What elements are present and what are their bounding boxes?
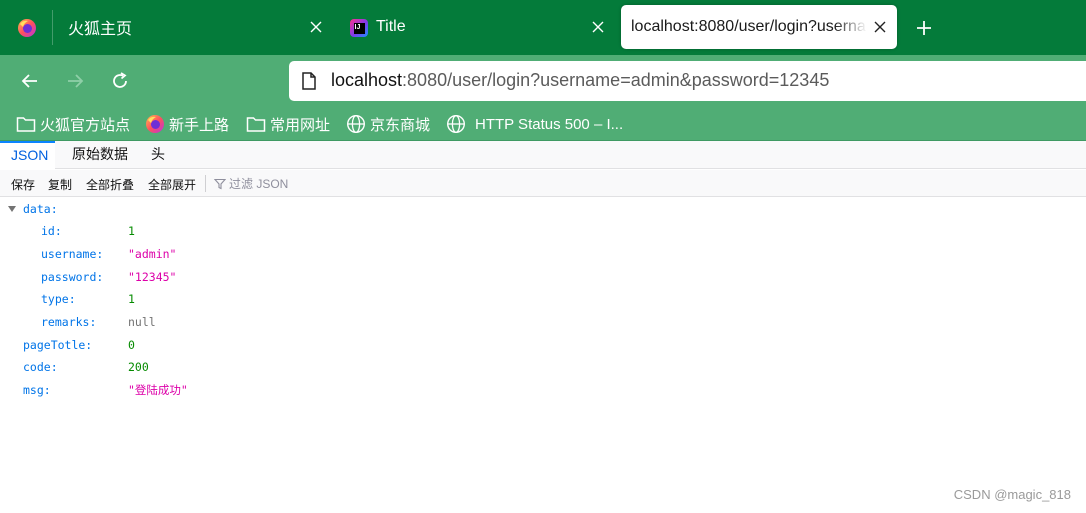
folder-icon <box>16 117 36 132</box>
toolbar-divider <box>205 175 206 192</box>
firefox-icon <box>146 115 164 133</box>
expand-all-button[interactable]: 全部展开 <box>148 176 196 193</box>
json-key: username: <box>41 247 104 261</box>
json-key: data: <box>23 202 58 216</box>
bookmarks-toolbar: 火狐官方站点 新手上路 常用网址 京东商城 HTTP Status 500 – … <box>0 107 1086 141</box>
tab-headers[interactable]: 头 <box>151 141 165 169</box>
bookmark-label: 新手上路 <box>169 116 230 134</box>
tab-title[interactable]: IJ Title <box>340 5 615 49</box>
json-value: "登陆成功" <box>128 383 188 397</box>
folder-icon <box>246 117 266 132</box>
json-value: 1 <box>128 224 135 238</box>
json-key: code: <box>23 360 58 374</box>
back-button[interactable] <box>16 67 44 95</box>
json-key: id: <box>41 224 62 238</box>
tab-label: Title <box>376 18 406 35</box>
forward-button[interactable] <box>61 67 89 95</box>
plus-icon <box>917 21 931 35</box>
close-tab-icon[interactable] <box>307 18 325 36</box>
arrow-left-icon <box>21 74 37 88</box>
new-tab-button[interactable] <box>910 14 938 42</box>
tab-firefox-home[interactable]: 火狐主页 <box>53 5 333 49</box>
json-value: "12345" <box>128 270 177 284</box>
filter-box[interactable] <box>214 175 379 193</box>
tab-json[interactable]: JSON <box>0 141 55 169</box>
json-key: pageTotle: <box>23 338 93 352</box>
bookmark-label: HTTP Status 500 – I... <box>475 115 624 133</box>
page-icon <box>302 72 316 90</box>
bookmark-http-status-500[interactable]: HTTP Status 500 – I... <box>446 112 623 136</box>
json-key: password: <box>41 270 104 284</box>
tab-localhost-login[interactable]: localhost:8080/user/login?username=admin… <box>621 5 897 49</box>
filter-json-input[interactable] <box>229 177 379 191</box>
collapse-all-button[interactable]: 全部折叠 <box>86 176 134 193</box>
json-viewer-tabs: JSON 原始数据 头 <box>0 141 1086 169</box>
globe-icon <box>346 114 366 134</box>
url-bar[interactable]: localhost:8080/user/login?username=admin… <box>289 61 1086 101</box>
bookmark-label: 京东商城 <box>370 116 431 134</box>
save-button[interactable]: 保存 <box>11 176 35 193</box>
reload-icon <box>113 72 127 88</box>
tab-raw-data[interactable]: 原始数据 <box>72 141 128 169</box>
globe-icon <box>446 114 466 134</box>
copy-button[interactable]: 复制 <box>48 176 72 193</box>
json-value: 200 <box>128 360 149 374</box>
bookmark-common-sites[interactable]: 常用网址 <box>246 112 330 136</box>
json-value: 0 <box>128 338 135 352</box>
firefox-view-button[interactable] <box>0 0 53 55</box>
bookmark-label: 火狐官方站点 <box>40 116 131 134</box>
expand-triangle-icon[interactable] <box>8 206 16 212</box>
watermark: CSDN @magic_818 <box>953 487 1071 502</box>
url-text: localhost:8080/user/login?username=admin… <box>331 70 830 90</box>
bookmark-firefox-official[interactable]: 火狐官方站点 <box>16 112 130 136</box>
intellij-icon: IJ <box>350 19 368 37</box>
reload-button[interactable] <box>106 67 134 95</box>
firefox-icon <box>17 18 36 37</box>
tab-strip: 火狐主页 IJ Title localhost:8080/user/login?… <box>0 0 1086 55</box>
json-key: remarks: <box>41 315 97 329</box>
arrow-right-icon <box>68 74 84 88</box>
tab-label: localhost:8080/user/login?username=admin… <box>631 18 867 35</box>
json-key: type: <box>41 292 76 306</box>
funnel-icon <box>214 178 226 190</box>
json-key: msg: <box>23 383 51 397</box>
json-value: "admin" <box>128 247 177 261</box>
close-tab-icon[interactable] <box>871 18 889 36</box>
json-value: 1 <box>128 292 135 306</box>
tab-label: 火狐主页 <box>68 21 133 38</box>
json-value: null <box>128 315 156 329</box>
json-toolbar: 保存 复制 全部折叠 全部展开 <box>0 170 1086 197</box>
bookmark-getting-started[interactable]: 新手上路 <box>145 112 229 136</box>
bookmark-label: 常用网址 <box>270 116 331 134</box>
navigation-toolbar: localhost:8080/user/login?username=admin… <box>0 55 1086 107</box>
close-tab-icon[interactable] <box>589 18 607 36</box>
bookmark-jd[interactable]: 京东商城 <box>346 112 430 136</box>
